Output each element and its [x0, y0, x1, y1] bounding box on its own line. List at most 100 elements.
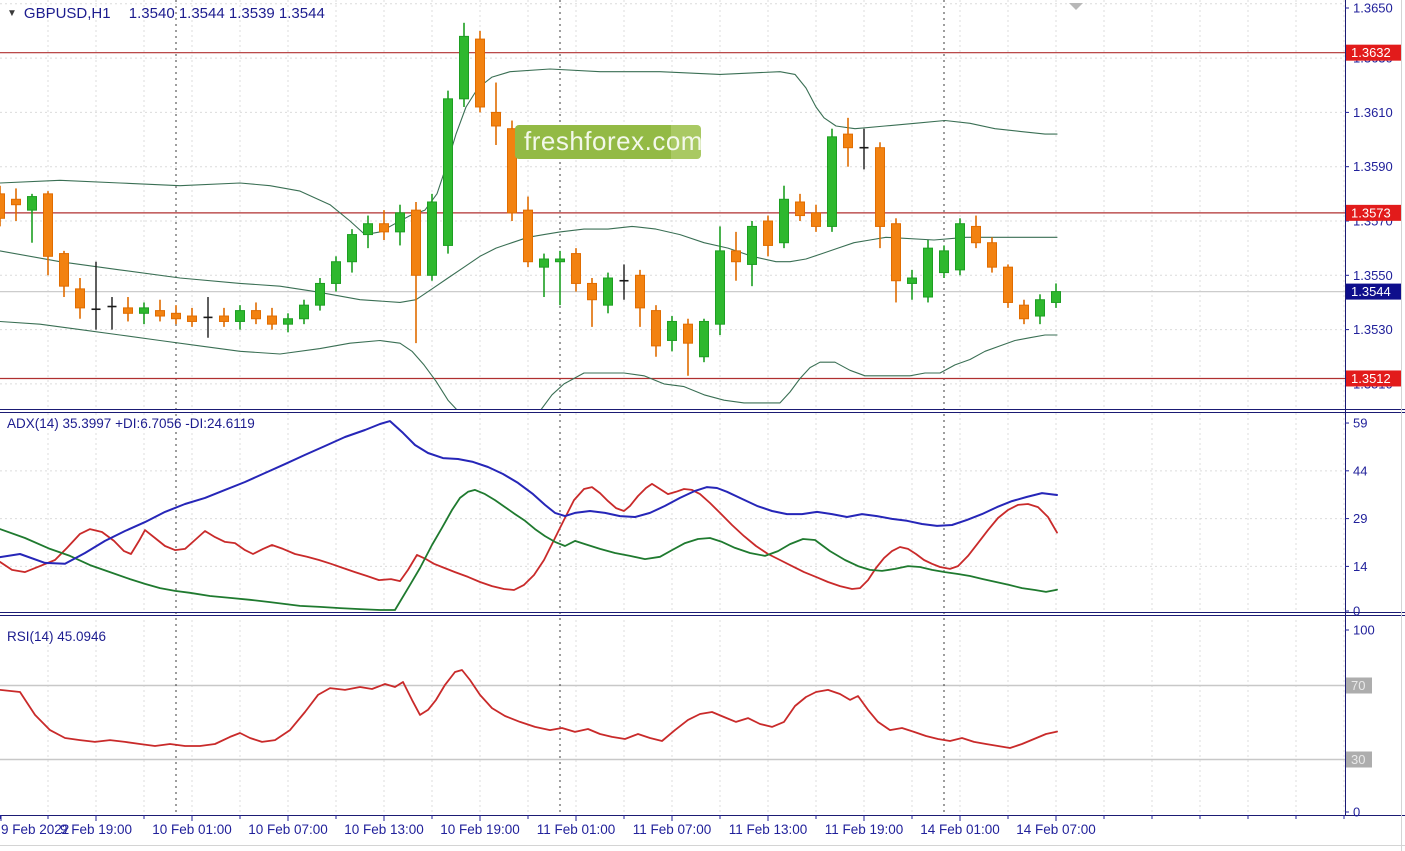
candle-bearish	[75, 288, 85, 309]
adx-tick-label: 59	[1353, 416, 1367, 431]
candle-bearish	[475, 38, 485, 108]
time-axis-label: 11 Feb 13:00	[729, 822, 808, 837]
svg-text:1.3544: 1.3544	[1351, 284, 1391, 299]
candle-bullish	[139, 307, 149, 314]
time-axis-label: 11 Feb 01:00	[537, 822, 616, 837]
candle-bullish	[939, 250, 949, 274]
candles-layer[interactable]	[0, 22, 1061, 376]
adx-tick-label: 0	[1353, 604, 1360, 619]
price-tick-label: 1.3610	[1353, 105, 1393, 120]
candle-bearish	[971, 225, 981, 244]
candle-bullish	[443, 98, 453, 246]
chart-shift-marker-icon[interactable]	[1069, 3, 1083, 10]
time-axis-label: 10 Feb 19:00	[440, 822, 520, 837]
symbol-name: GBPUSD,H1	[23, 5, 111, 22]
price-badge: 1.3573	[1346, 204, 1401, 221]
candle-bullish	[699, 320, 709, 358]
rsi-level-badge: 30	[1346, 751, 1372, 768]
candle-bearish	[59, 253, 69, 287]
adx-tick-label: 44	[1353, 463, 1367, 478]
candle-bearish	[587, 282, 597, 301]
candle-bearish	[875, 147, 885, 227]
candle-bearish	[171, 312, 181, 320]
time-axis-label: 11 Feb 19:00	[825, 822, 904, 837]
candle-bearish	[811, 212, 821, 227]
candle-bearish	[795, 201, 805, 217]
svg-text:1.3573: 1.3573	[1351, 205, 1391, 220]
candle-bullish	[827, 136, 837, 227]
candle-bearish	[987, 242, 997, 268]
adx-tick-label: 29	[1353, 511, 1367, 526]
candle-bullish	[363, 223, 373, 236]
candle-bullish	[235, 310, 245, 322]
time-axis-label: 10 Feb 07:00	[248, 822, 328, 837]
candle-bullish	[747, 225, 757, 265]
candle-bullish	[283, 318, 293, 325]
svg-text:70: 70	[1351, 678, 1365, 693]
price-badge: 1.3632	[1346, 44, 1401, 61]
candle-bearish	[763, 220, 773, 246]
price-badge: 1.3544	[1346, 283, 1401, 300]
candle-bearish	[1019, 304, 1029, 320]
broker-watermark: freshforex.com	[515, 125, 702, 159]
time-axis-label: 10 Feb 13:00	[344, 822, 424, 837]
candle-bearish	[491, 111, 501, 127]
candle-bearish	[843, 133, 853, 149]
candle-bearish	[267, 315, 277, 325]
adx-tick-label: 14	[1353, 559, 1367, 574]
time-axis-label: 14 Feb 01:00	[920, 822, 1000, 837]
candle-bearish	[571, 253, 581, 284]
price-tick-label: 1.3530	[1353, 322, 1393, 337]
candle-bullish	[331, 261, 341, 284]
candle-bearish	[0, 193, 5, 219]
candle-bearish	[635, 274, 645, 309]
collapse-triangle-icon[interactable]: ▼	[7, 8, 17, 19]
candle-bearish	[43, 193, 53, 257]
candle-bearish	[731, 250, 741, 263]
candle-bullish	[923, 247, 933, 298]
symbol-title: ▼ GBPUSD,H1 1.3540 1.3544 1.3539 1.3544	[7, 5, 325, 22]
adx-indicator-label: ADX(14) 35.3997 +DI:6.7056 -DI:24.6119	[7, 416, 255, 431]
candle-bearish	[155, 310, 165, 317]
candle-bullish	[539, 258, 549, 268]
price-tick-label: 1.3650	[1353, 1, 1393, 16]
price-badge: 1.3512	[1346, 370, 1401, 387]
svg-text:30: 30	[1351, 752, 1365, 767]
candle-bearish	[651, 310, 661, 347]
candle-bullish	[459, 35, 469, 100]
time-axis-label: 11 Feb 07:00	[633, 822, 712, 837]
rsi-level-badge: 70	[1346, 677, 1372, 694]
candle-bearish	[219, 315, 229, 322]
candle-bullish	[299, 304, 309, 320]
candle-bullish	[1035, 299, 1045, 317]
candle-bearish	[187, 315, 197, 322]
candle-bullish	[395, 212, 405, 233]
candle-bullish	[27, 196, 37, 211]
candle-bearish	[523, 209, 533, 263]
candle-bullish	[347, 234, 357, 263]
price-tick-label: 1.3550	[1353, 268, 1393, 283]
candle-bullish	[603, 277, 613, 306]
candle-bearish	[1003, 266, 1013, 303]
candle-bullish	[315, 282, 325, 306]
candle-bullish	[427, 201, 437, 276]
candle-bearish	[379, 223, 389, 233]
rsi-indicator-label: RSI(14) 45.0946	[7, 629, 107, 644]
svg-text:1.3632: 1.3632	[1351, 45, 1391, 60]
candle-bearish	[411, 209, 421, 276]
candle-bearish	[891, 223, 901, 282]
adx-main-line	[0, 420, 1058, 565]
candle-bullish	[779, 198, 789, 244]
candle-bearish	[683, 323, 693, 344]
time-axis-label: 14 Feb 07:00	[1016, 822, 1096, 837]
time-axis-label: 9 Feb 19:00	[60, 822, 132, 837]
candle-bullish	[715, 250, 725, 325]
ohlc-readout: 1.3540 1.3544 1.3539 1.3544	[128, 5, 325, 22]
candle-bullish	[955, 223, 965, 271]
price-tick-label: 1.3590	[1353, 159, 1393, 174]
rsi-tick-label: 0	[1353, 805, 1360, 820]
candle-bearish	[11, 198, 21, 206]
rsi-tick-label: 100	[1353, 623, 1375, 638]
candle-bullish	[1051, 291, 1061, 303]
svg-text:1.3512: 1.3512	[1351, 371, 1391, 386]
